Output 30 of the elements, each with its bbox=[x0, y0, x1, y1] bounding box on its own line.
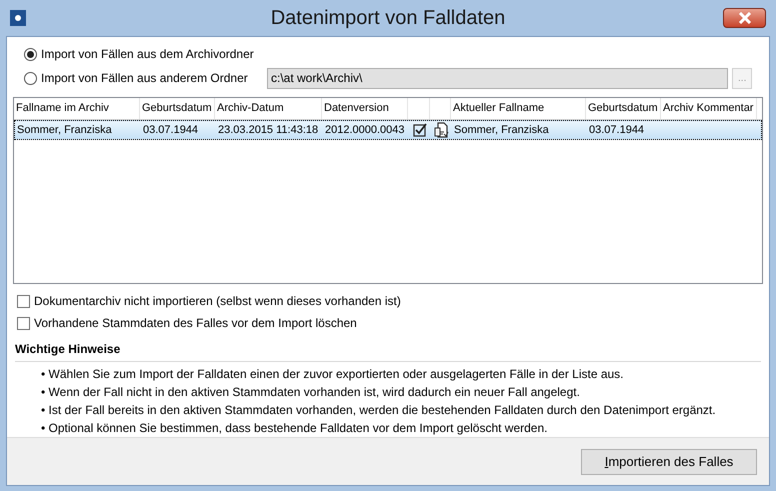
note-text: • Wählen Sie zum Import der Falldaten einen der zuvor exportierten oder ausgelagerten Fälle in der Liste aus. bbox=[41, 366, 625, 383]
table-cell-text: Sommer, Franziska bbox=[17, 122, 112, 138]
table-cell-text: 03.07.1944 bbox=[143, 122, 198, 138]
note-text: • Ist der Fall bereits in den aktiven Stammdaten vorhanden, werden die bestehenden Falldaten durch den Datenimport ergänzt. bbox=[41, 402, 717, 419]
app-icon bbox=[10, 10, 26, 26]
radio-option[interactable]: Import von Fällen aus anderem Ordner bbox=[24, 69, 267, 87]
close-icon bbox=[738, 12, 752, 24]
column-header[interactable]: Archiv Kommentar bbox=[661, 98, 757, 119]
import-button[interactable]: Importieren des Falles bbox=[581, 448, 757, 474]
window-title: Datenimport von Falldaten bbox=[270, 6, 506, 31]
checkbox-option[interactable]: Vorhandene Stammdaten des Falles vor dem Import löschen bbox=[17, 315, 759, 331]
column-header[interactable]: Archiv-Datum bbox=[215, 98, 322, 119]
column-header[interactable]: Geburtsdatum bbox=[586, 98, 661, 119]
table-cell-text: 03.07.1944 bbox=[589, 122, 644, 138]
close-button[interactable] bbox=[723, 8, 766, 28]
note-text: • Wenn der Fall nicht in den aktiven Stammdaten vorhanden ist, wird dadurch ein neuer Fall angelegt. bbox=[41, 384, 581, 401]
table-cell-text: 2012.0000.0043 bbox=[325, 122, 405, 138]
column-header[interactable]: Aktueller Fallname bbox=[451, 98, 586, 119]
document-icon bbox=[434, 122, 449, 138]
note-text: • Optional können Sie bestimmen, dass bestehende Falldaten vor dem Import gelöscht werden. bbox=[41, 420, 548, 437]
table-row[interactable]: Sommer, Franziska 03.07.1944 23.03.2015 11:43:18 2012.0000.0043 Sommer, Franziska 03.07.1944 bbox=[14, 120, 762, 140]
table-cell-text: Sommer, Franziska bbox=[454, 122, 549, 138]
column-header[interactable]: Datenversion bbox=[322, 98, 408, 119]
checklist-icon bbox=[412, 123, 428, 137]
column-header[interactable]: Geburtsdatum bbox=[140, 98, 215, 119]
radio-option[interactable]: Import von Fällen aus dem Archivordner bbox=[24, 45, 267, 63]
notes-heading: Wichtige Hinweise bbox=[15, 340, 761, 362]
column-header[interactable]: Fallname im Archiv bbox=[14, 98, 140, 119]
table-cell-text: 23.03.2015 11:43:18 bbox=[218, 122, 318, 138]
checkbox-option[interactable]: Dokumentarchiv nicht importieren (selbst wenn dieses vorhanden ist) bbox=[17, 293, 759, 309]
